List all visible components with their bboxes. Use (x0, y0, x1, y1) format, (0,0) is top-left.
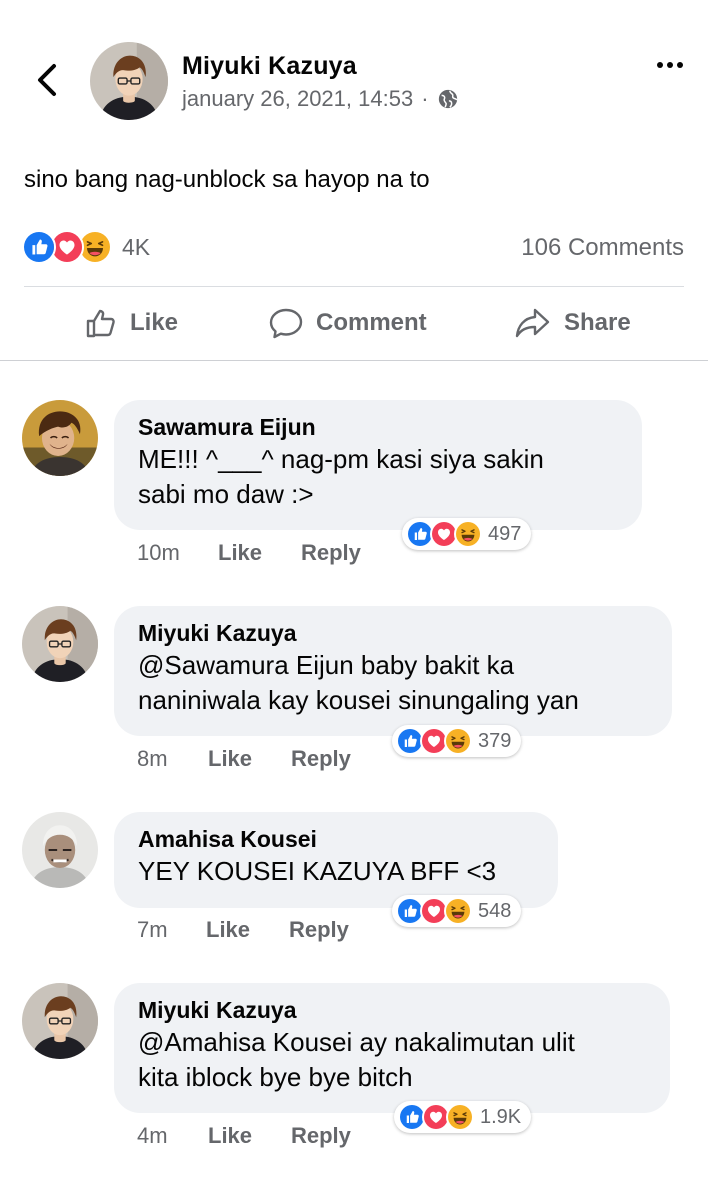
comment-text-line: @Amahisa Kousei ay nakalimutan ulit (138, 1027, 575, 1057)
comment-like-button[interactable]: Like (208, 1123, 291, 1149)
comment-text-line: @Sawamura Eijun baby bakit ka (138, 650, 515, 680)
commenter-name[interactable]: Miyuki Kazuya (138, 618, 648, 648)
comments-count-link[interactable]: 106 Comments (521, 234, 684, 262)
share-label: Share (564, 309, 631, 336)
more-dot (667, 62, 673, 68)
comment-reactions[interactable]: 379 (392, 725, 522, 757)
like-label: Like (130, 309, 179, 336)
commenter-avatar[interactable] (22, 812, 98, 888)
comment-reply-button[interactable]: Reply (291, 1123, 351, 1149)
comment-time[interactable]: 7m (137, 917, 206, 943)
post-reactions-summary[interactable]: 4K (22, 230, 150, 264)
like-button[interactable]: Like (84, 306, 178, 340)
comment-bubble-icon (269, 308, 303, 339)
comment-like-button[interactable]: Like (208, 746, 291, 772)
back-button[interactable] (30, 60, 64, 100)
chevron-left-icon (38, 64, 56, 96)
comment-like-button[interactable]: Like (206, 917, 289, 943)
haha-reaction-icon (446, 1103, 474, 1131)
divider (0, 360, 708, 361)
comment-reactions[interactable]: 1.9K (394, 1101, 532, 1133)
comment-reaction-count: 1.9K (480, 1105, 522, 1128)
comment-time[interactable]: 4m (137, 1123, 208, 1149)
globe-icon (438, 89, 458, 109)
comment-reply-button[interactable]: Reply (289, 917, 349, 943)
avatar[interactable] (90, 42, 168, 120)
comment-footer: 10m Like Reply (137, 540, 361, 566)
reaction-count: 4K (122, 233, 151, 260)
commenter-name[interactable]: Sawamura Eijun (138, 412, 618, 442)
commenter-name[interactable]: Miyuki Kazuya (138, 995, 646, 1025)
comment-footer: 8m Like Reply (137, 746, 351, 772)
meta-separator: · (421, 86, 429, 111)
comment-text-line: kita iblock bye bye bitch (138, 1062, 413, 1092)
comment-text-line: ME!!! ^___^ nag-pm kasi siya sakin (138, 444, 544, 474)
post-meta: january 26, 2021, 14:53 · (182, 86, 459, 112)
haha-reaction-icon (444, 897, 472, 925)
comment-bubble: Sawamura Eijun ME!!! ^___^ nag-pm kasi s… (114, 400, 642, 530)
comment-reaction-count: 497 (488, 522, 522, 545)
comment-time[interactable]: 10m (137, 540, 218, 566)
comment-footer: 7m Like Reply (137, 917, 349, 943)
thumbs-up-icon (86, 309, 115, 338)
comment-reaction-count: 379 (478, 729, 512, 752)
comment-bubble: Amahisa Kousei YEY KOUSEI KAZUYA BFF <3 (114, 812, 558, 908)
commenter-avatar[interactable] (22, 983, 98, 1059)
reaction-icons (22, 230, 112, 264)
commenter-avatar[interactable] (22, 606, 98, 682)
comment-reply-button[interactable]: Reply (301, 540, 361, 566)
comment-time[interactable]: 8m (137, 746, 208, 772)
comment-like-button[interactable]: Like (218, 540, 301, 566)
post-text: sino bang nag-unblock sa hayop na to (24, 166, 430, 193)
comment-reactions[interactable]: 548 (392, 895, 522, 927)
comment-reply-button[interactable]: Reply (291, 746, 351, 772)
comment-bubble: Miyuki Kazuya @Sawamura Eijun baby bakit… (114, 606, 672, 736)
more-options-button[interactable] (650, 52, 690, 78)
comment-footer: 4m Like Reply (137, 1123, 351, 1149)
post-timestamp[interactable]: january 26, 2021, 14:53 (182, 86, 413, 112)
haha-reaction-icon (454, 520, 482, 548)
comment-text-line: sabi mo daw :> (138, 479, 314, 509)
share-button[interactable]: Share (514, 306, 631, 340)
comment-button[interactable]: Comment (268, 306, 427, 340)
commenter-avatar[interactable] (22, 400, 98, 476)
more-dot (677, 62, 683, 68)
post-author-name[interactable]: Miyuki Kazuya (182, 52, 357, 81)
post-action-bar: Like Comment Share (0, 296, 708, 358)
more-dots-icon (657, 62, 663, 68)
haha-reaction-icon (444, 727, 472, 755)
comment-label: Comment (316, 309, 427, 336)
share-arrow-icon (515, 308, 550, 338)
comment-reaction-count: 548 (478, 899, 512, 922)
like-reaction-icon (22, 230, 56, 264)
comment-text-line: YEY KOUSEI KAZUYA BFF <3 (138, 856, 497, 886)
comment-text-line: naniniwala kay kousei sinungaling yan (138, 685, 579, 715)
divider (24, 286, 684, 287)
commenter-name[interactable]: Amahisa Kousei (138, 824, 534, 854)
comment-bubble: Miyuki Kazuya @Amahisa Kousei ay nakalim… (114, 983, 670, 1113)
comment-reactions[interactable]: 497 (402, 518, 532, 550)
